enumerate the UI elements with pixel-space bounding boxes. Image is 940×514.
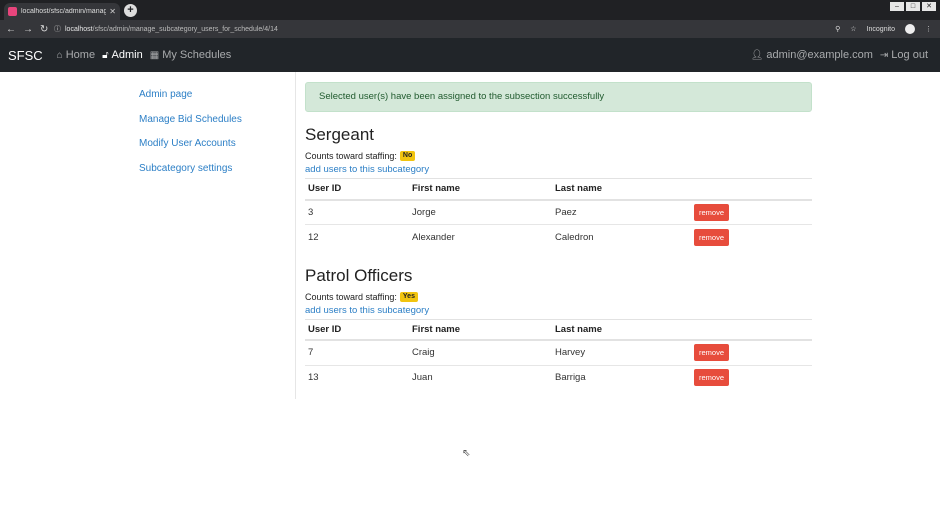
users-table: User ID First name Last name 7 Craig Har… [305, 318, 812, 390]
nav-my-schedules[interactable]: ▦ My Schedules [150, 49, 232, 61]
cell-last-name: Barriga [552, 364, 691, 390]
sidebar-item-admin-page[interactable]: Admin page [139, 86, 242, 111]
url-field[interactable]: ⓘ localhost /sfsc/admin/manage_subcatego… [54, 24, 835, 34]
header-user-id: User ID [305, 318, 409, 341]
lock-icon: 🔓︎ [102, 49, 109, 61]
cell-user-id: 12 [305, 224, 409, 250]
subcategory-title: Sergeant [305, 125, 374, 144]
header-last-name: Last name [552, 318, 691, 341]
tab-close-icon[interactable]: ✕ [109, 7, 116, 16]
address-bar: ← → ↻ ⓘ localhost /sfsc/admin/manage_sub… [0, 20, 940, 38]
maximize-icon[interactable]: □ [906, 2, 920, 11]
sidebar-item-modify-user-accounts[interactable]: Modify User Accounts [139, 135, 242, 160]
table-row: 13 Juan Barriga remove [305, 364, 812, 390]
header-first-name: First name [409, 178, 552, 201]
browser-tab[interactable]: localhost/sfsc/admin/manage_s... ✕ [4, 3, 120, 20]
sidebar-divider [295, 72, 296, 399]
back-icon[interactable]: ← [6, 24, 16, 35]
subcategory-title: Patrol Officers [305, 265, 413, 285]
user-icon: 👤︎ [750, 49, 764, 61]
remove-button[interactable]: remove [694, 228, 730, 246]
forward-icon[interactable]: → [23, 24, 33, 35]
menu-icon[interactable]: ⋮ [925, 25, 932, 33]
sidebar-item-manage-bid-schedules[interactable]: Manage Bid Schedules [139, 111, 242, 136]
nav-user[interactable]: 👤︎ admin@example.com [751, 49, 873, 61]
table-row: 7 Craig Harvey remove [305, 339, 812, 365]
counts-toward-staffing: Counts toward staffing: No [305, 151, 812, 161]
new-tab-button[interactable]: + [124, 4, 137, 17]
remove-button[interactable]: remove [694, 203, 730, 221]
cell-first-name: Juan [409, 364, 552, 390]
info-icon[interactable]: ⓘ [54, 24, 61, 34]
remove-button[interactable]: remove [694, 369, 730, 387]
url-host: localhost [65, 25, 93, 33]
browser-tabstrip: localhost/sfsc/admin/manage_s... ✕ + – □… [0, 0, 940, 20]
zoom-icon[interactable]: ⚲ [835, 25, 840, 33]
top-navbar: SFSC ⌂ Home 🔓︎ Admin ▦ My Schedules 👤︎ a… [0, 38, 940, 72]
favicon-icon [8, 7, 17, 16]
cell-last-name: Harvey [552, 339, 691, 365]
nav-logout[interactable]: ⇥ Log out [880, 49, 928, 61]
nav-home[interactable]: ⌂ Home [57, 49, 95, 61]
header-actions [691, 318, 812, 341]
cell-user-id: 7 [305, 339, 409, 365]
cell-last-name: Paez [552, 199, 691, 225]
reload-icon[interactable]: ↻ [40, 24, 48, 35]
header-actions [691, 178, 812, 201]
main-panel: Selected user(s) have been assigned to t… [305, 82, 812, 390]
bookmark-star-icon[interactable]: ☆ [850, 25, 856, 33]
tab-title: localhost/sfsc/admin/manage_s... [21, 8, 107, 15]
mouse-cursor-icon: ⇖ [462, 448, 471, 459]
cell-user-id: 3 [305, 199, 409, 225]
table-row: 12 Alexander Caledron remove [305, 224, 812, 250]
cell-first-name: Alexander [409, 224, 552, 250]
add-users-link[interactable]: add users to this subcategory [305, 305, 812, 317]
header-last-name: Last name [552, 178, 691, 201]
minimize-icon[interactable]: – [890, 2, 904, 11]
home-icon: ⌂ [56, 49, 63, 61]
cell-first-name: Craig [409, 339, 552, 365]
admin-sidebar: Admin page Manage Bid Schedules Modify U… [139, 86, 242, 184]
cell-last-name: Caledron [552, 224, 691, 250]
add-users-link[interactable]: add users to this subcategory [305, 164, 812, 176]
success-alert: Selected user(s) have been assigned to t… [305, 82, 812, 112]
incognito-icon[interactable] [905, 24, 915, 34]
table-row: 3 Jorge Paez remove [305, 199, 812, 225]
nav-logout-label: Log out [891, 49, 928, 61]
brand-link[interactable]: SFSC [8, 48, 43, 63]
incognito-label: Incognito [866, 25, 895, 33]
counts-label: Counts toward staffing: [305, 151, 397, 161]
counts-toward-staffing: Counts toward staffing: Yes [305, 291, 812, 302]
window-controls: – □ ✕ [890, 2, 936, 11]
cell-user-id: 13 [305, 364, 409, 390]
logout-icon: ⇥ [879, 49, 889, 61]
nav-admin-label: Admin [111, 49, 143, 61]
counts-label: Counts toward staffing: [305, 291, 397, 302]
url-path: /sfsc/admin/manage_subcategory_users_for… [92, 25, 278, 33]
nav-home-label: Home [65, 49, 96, 61]
status-badge: No [399, 151, 416, 161]
remove-button[interactable]: remove [694, 344, 730, 362]
sidebar-item-subcategory-settings[interactable]: Subcategory settings [139, 160, 242, 185]
users-table: User ID First name Last name 3 Jorge Pae… [305, 178, 812, 250]
page-content: Admin page Manage Bid Schedules Modify U… [0, 72, 940, 514]
nav-user-label: admin@example.com [766, 49, 873, 61]
nav-admin[interactable]: 🔓︎ Admin [102, 49, 143, 61]
calendar-icon: ▦ [149, 49, 160, 61]
cell-first-name: Jorge [409, 199, 552, 225]
header-first-name: First name [409, 318, 552, 341]
status-badge: Yes [399, 291, 418, 302]
window-close-icon[interactable]: ✕ [922, 2, 936, 11]
header-user-id: User ID [305, 178, 409, 201]
nav-my-schedules-label: My Schedules [162, 49, 232, 61]
